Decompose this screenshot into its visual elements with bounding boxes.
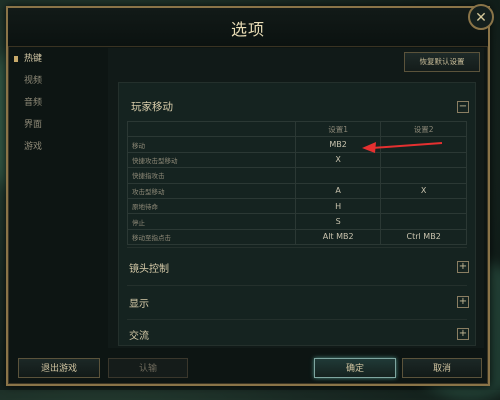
sidebar-item-video[interactable]: 视频	[10, 70, 106, 92]
sidebar-item-hotkeys[interactable]: 热键	[10, 48, 106, 70]
window-title: 选项	[230, 20, 265, 39]
section-title-player-movement: 玩家移动	[131, 101, 173, 113]
expand-icon[interactable]: +	[457, 296, 469, 308]
action-label: 快捷攻击型移动	[127, 151, 296, 169]
keybind-slot-2[interactable]: X	[380, 182, 467, 199]
column-header-set2: 设置2	[380, 120, 467, 138]
action-label: 原地待命	[127, 197, 296, 215]
keybind-slot-2[interactable]	[380, 167, 467, 184]
keybind-slot-1[interactable]	[294, 167, 382, 184]
keybind-slot-2[interactable]: Ctrl MB2	[380, 228, 467, 246]
sidebar-item-audio[interactable]: 音频	[10, 92, 106, 114]
section-title-communication: 交流	[129, 331, 149, 342]
action-label: 停止	[127, 213, 296, 230]
keybind-slot-2[interactable]	[380, 136, 467, 153]
keybind-slot-1[interactable]: S	[294, 213, 382, 230]
exit-game-button[interactable]: 退出游戏	[18, 358, 100, 378]
expand-icon[interactable]: +	[457, 261, 469, 273]
action-label: 快捷指攻击	[127, 167, 296, 184]
expand-icon[interactable]: +	[457, 328, 469, 340]
keybind-slot-1[interactable]: H	[294, 197, 382, 215]
options-window: 选项 ✕ 热键 视频 音频 界面 游戏 恢复默认设置 玩家移动 − 设置1 设置…	[6, 4, 494, 386]
ok-button[interactable]: 确定	[314, 358, 396, 378]
sidebar-item-interface[interactable]: 界面	[10, 114, 106, 136]
keybind-table: 设置1 设置2 移动 MB2 快捷攻击型移动 X 快捷指攻击 攻击型移动 A X…	[127, 120, 467, 246]
keybind-slot-2[interactable]	[380, 151, 467, 169]
divider	[127, 319, 467, 320]
keybind-slot-1[interactable]: A	[294, 182, 382, 199]
column-header-set1: 设置1	[294, 120, 382, 138]
cancel-button[interactable]: 取消	[402, 358, 482, 378]
reset-defaults-button[interactable]: 恢复默认设置	[404, 52, 480, 72]
keybind-slot-1[interactable]: MB2	[294, 136, 382, 153]
collapse-icon[interactable]: −	[457, 101, 469, 113]
section-title-camera: 镜头控制	[129, 264, 169, 275]
action-label: 移动至指点击	[127, 228, 296, 246]
action-label: 攻击型移动	[127, 182, 296, 199]
sidebar-item-game[interactable]: 游戏	[10, 136, 106, 158]
action-label: 移动	[127, 136, 296, 153]
keybind-slot-2[interactable]	[380, 213, 467, 230]
table-row: 快捷指攻击	[127, 167, 467, 184]
divider	[127, 247, 467, 248]
hotkey-content: 恢复默认设置 玩家移动 − 设置1 设置2 移动 MB2 快捷攻击型移动 X 快…	[108, 48, 484, 348]
section-title-display: 显示	[129, 299, 149, 310]
table-row: 快捷攻击型移动 X	[127, 151, 467, 169]
hotkey-panel: 玩家移动 − 设置1 设置2 移动 MB2 快捷攻击型移动 X 快捷指攻击 攻击…	[118, 82, 476, 346]
keybind-slot-1[interactable]: Alt MB2	[294, 228, 382, 246]
surrender-button[interactable]: 认输	[108, 358, 188, 378]
table-row: 移动 MB2	[127, 136, 467, 153]
close-icon[interactable]: ✕	[468, 4, 494, 30]
table-row: 移动至指点击 Alt MB2 Ctrl MB2	[127, 228, 467, 246]
table-row: 攻击型移动 A X	[127, 182, 467, 199]
table-row: 原地待命 H	[127, 197, 467, 215]
keybind-slot-2[interactable]	[380, 197, 467, 215]
table-header-row: 设置1 设置2	[127, 120, 467, 138]
divider	[127, 285, 467, 286]
column-header-action	[127, 120, 296, 138]
title-bar: 选项	[8, 8, 488, 47]
table-row: 停止 S	[127, 213, 467, 230]
keybind-slot-1[interactable]: X	[294, 151, 382, 169]
options-sidebar: 热键 视频 音频 界面 游戏	[10, 48, 106, 348]
